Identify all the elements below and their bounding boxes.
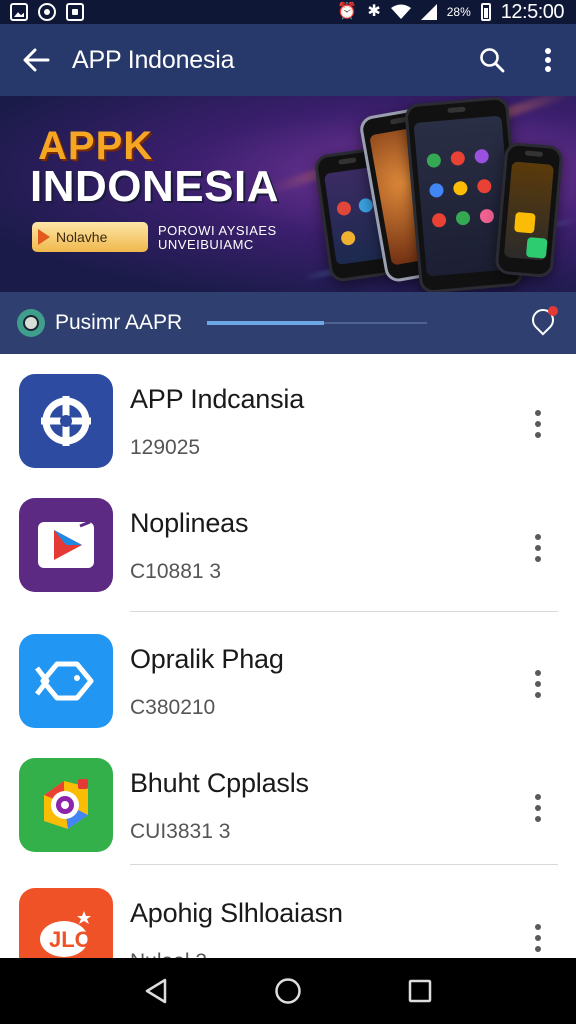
nav-recents-button[interactable] [390, 961, 450, 1021]
app-list: APP Indcansia 129025 Noplineas C10881 3 … [0, 354, 576, 958]
more-vertical-icon[interactable] [520, 918, 556, 958]
more-vertical-icon[interactable] [520, 788, 556, 828]
section-app-icon [17, 309, 45, 337]
app-name: Bhuht Cpplasls [130, 768, 309, 798]
section-header: Pusimr AAPR [0, 292, 576, 354]
more-vertical-icon [545, 48, 551, 72]
circle-app-notification-icon [38, 3, 56, 21]
page-title: APP Indonesia [72, 45, 235, 74]
play-icon [19, 498, 113, 592]
promo-banner[interactable]: APPK INDONESIA Nolavhe POROWI AYSIAES UN… [0, 96, 576, 292]
app-detail: CUI3831 3 [130, 820, 231, 843]
notification-dot [548, 306, 558, 316]
more-vertical-icon[interactable] [520, 664, 556, 704]
list-item[interactable]: Opralik Phag C380210 [0, 614, 576, 738]
banner-subtitle-line1: POROWI AYSIAES [158, 223, 277, 238]
list-divider [130, 864, 558, 865]
phone-illustration-right [494, 141, 564, 279]
list-item[interactable]: JLO Apohig Slhloaiasn Nulaal 3 [0, 868, 576, 958]
fish-icon [19, 634, 113, 728]
more-vertical-icon[interactable] [520, 404, 556, 444]
overflow-menu-button[interactable] [520, 24, 576, 96]
more-vertical-icon[interactable] [520, 528, 556, 568]
app-bar: APP Indonesia [0, 24, 576, 96]
bluetooth-icon: ✱ [367, 3, 381, 20]
square-app-notification-icon [66, 3, 84, 21]
list-item[interactable]: Bhuht Cpplasls CUI3831 3 [0, 738, 576, 862]
back-button[interactable] [0, 24, 72, 96]
wifi-icon [390, 4, 411, 19]
status-left-icons [10, 3, 84, 21]
search-button[interactable] [464, 24, 520, 96]
app-detail: Nulaal 3 [130, 950, 207, 958]
nav-home-button[interactable] [258, 961, 318, 1021]
svg-text:JLO: JLO [49, 927, 92, 952]
app-name: APP Indcansia [130, 384, 305, 414]
badge-icon: JLO [19, 888, 113, 958]
clock-time: 12:5:00 [500, 0, 565, 23]
play-icon [38, 229, 50, 245]
app-name: Apohig Slhloaiasn [130, 898, 343, 928]
app-detail: C380210 [130, 696, 216, 719]
banner-subtitle-line2: UNVEIBUIAMC [158, 237, 254, 252]
banner-cta-button[interactable]: Nolavhe [32, 222, 148, 252]
list-item[interactable]: Noplineas C10881 3 [0, 478, 576, 602]
banner-title-main: INDONESIA [30, 162, 279, 211]
banner-subtitle: POROWI AYSIAES UNVEIBUIAMC [158, 224, 288, 252]
app-name: Noplineas [130, 508, 249, 538]
status-right-icons: ⏰ ✱ 28% 12:5:00 [337, 1, 564, 24]
battery-percent: 28% [446, 5, 471, 19]
app-detail: C10881 3 [130, 560, 222, 583]
nav-back-icon [145, 978, 167, 1004]
globe-icon [19, 374, 113, 468]
status-bar: ⏰ ✱ 28% 12:5:00 [0, 0, 576, 24]
arrow-left-icon [23, 48, 50, 72]
search-icon [480, 48, 505, 73]
list-item[interactable]: APP Indcansia 129025 [0, 354, 576, 478]
nav-recents-icon [408, 979, 432, 1003]
section-progress-track [207, 321, 427, 325]
nav-back-button[interactable] [126, 961, 186, 1021]
app-detail: 129025 [130, 436, 201, 459]
system-nav-bar [0, 958, 576, 1024]
image-notification-icon [10, 3, 28, 21]
signal-icon [420, 4, 437, 20]
section-title: Pusimr AAPR [55, 311, 183, 334]
nav-home-icon [275, 978, 301, 1004]
banner-cta-label: Nolavhe [56, 229, 108, 245]
camera-lens-icon [19, 758, 113, 852]
battery-icon [480, 3, 491, 21]
alarm-icon: ⏰ [337, 3, 358, 20]
list-divider [130, 611, 558, 612]
app-name: Opralik Phag [130, 644, 284, 674]
section-progress-fill [207, 321, 324, 325]
